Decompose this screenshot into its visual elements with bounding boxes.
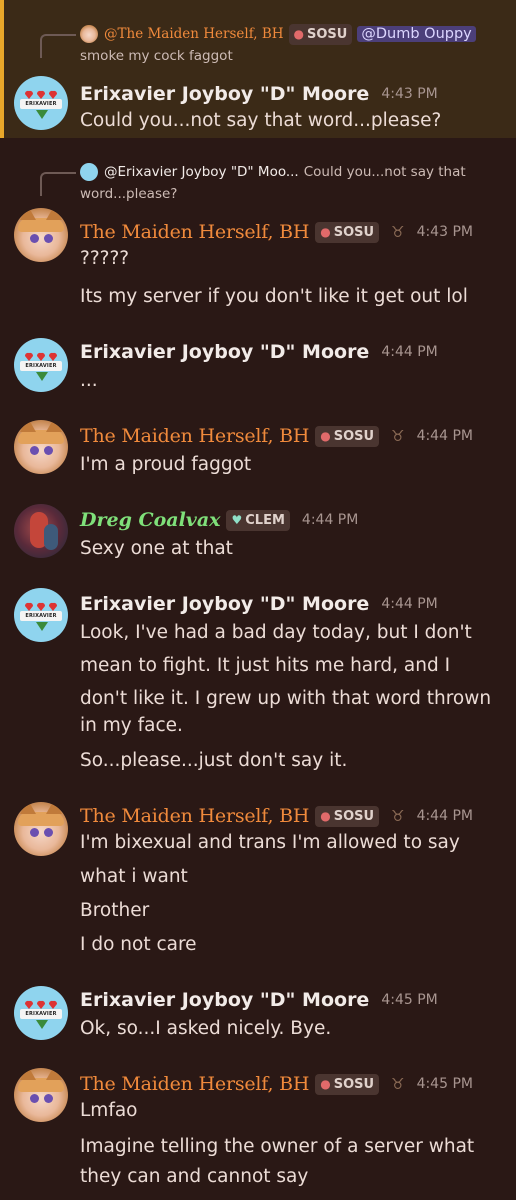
message-text: I'm a proud faggot	[80, 454, 252, 475]
message-text: Look, I've had a bad day today, but I do…	[80, 622, 472, 643]
username[interactable]: Erixavier Joyboy "D" Moore	[80, 593, 369, 615]
message-text: I'm bixexual and trans I'm allowed to sa…	[80, 832, 460, 853]
bull-icon: ♉	[391, 1075, 405, 1093]
username[interactable]: The Maiden Herself, BH	[80, 1073, 309, 1095]
role-tag: ● SOSU	[315, 425, 380, 447]
username[interactable]: Erixavier Joyboy "D" Moore	[80, 83, 369, 105]
pin-icon	[36, 372, 48, 381]
message-header: The Maiden Herself, BH ● SOSU ♉ 4:44 PM	[80, 422, 473, 450]
pin-icon	[36, 622, 48, 631]
message-text: I do not care	[80, 934, 197, 955]
username[interactable]: The Maiden Herself, BH	[80, 425, 309, 447]
avatar[interactable]: ERIXAVIER	[14, 986, 68, 1040]
message-text: Imagine telling the owner of a server wh…	[80, 1136, 475, 1157]
reply-hook	[40, 172, 76, 196]
avatar-banner: ERIXAVIER	[20, 361, 62, 371]
username[interactable]: The Maiden Herself, BH	[80, 805, 309, 827]
reply-preview[interactable]: @The Maiden Herself, BH ● SOSU @Dumb Oupp…	[40, 23, 510, 58]
bull-icon: ♉	[391, 427, 405, 445]
reply-author[interactable]: @Erixavier Joyboy "D" Moo...	[104, 164, 299, 180]
timestamp: 4:44 PM	[416, 428, 473, 444]
reply-text: smoke my cock faggot	[80, 48, 233, 64]
bull-icon: ♉	[391, 807, 405, 825]
pin-icon	[36, 1020, 48, 1029]
reply-avatar	[80, 25, 98, 43]
message-header: The Maiden Herself, BH ● SOSU ♉ 4:45 PM	[80, 1070, 473, 1098]
avatar[interactable]: ERIXAVIER	[14, 76, 68, 130]
avatar[interactable]: ERIXAVIER	[14, 338, 68, 392]
role-tag: ● SOSU	[315, 1073, 380, 1095]
message-text: So...please...just don't say it.	[80, 750, 348, 771]
message-text: Lmfao	[80, 1100, 138, 1121]
avatar-banner: ERIXAVIER	[20, 99, 62, 109]
role-tag: ● SOSU	[288, 23, 353, 45]
reply-hook	[40, 34, 76, 58]
username[interactable]: Erixavier Joyboy "D" Moore	[80, 989, 369, 1011]
reply-text-continued: word...please?	[80, 186, 178, 202]
message-text: mean to fight. It just hits me hard, and…	[80, 655, 451, 676]
message-header: The Maiden Herself, BH ● SOSU ♉ 4:44 PM	[80, 802, 473, 830]
timestamp: 4:45 PM	[381, 992, 438, 1008]
timestamp: 4:44 PM	[381, 344, 438, 360]
message-text: they can and cannot say	[80, 1166, 309, 1187]
message-header: Erixavier Joyboy "D" Moore 4:43 PM	[80, 80, 438, 108]
role-tag: ● SOSU	[315, 221, 380, 243]
message-text: Ok, so...I asked nicely. Bye.	[80, 1018, 332, 1039]
mention[interactable]: @Dumb Ouppy	[357, 26, 476, 42]
message-text: don't like it. I grew up with that word …	[80, 688, 492, 709]
pin-icon	[36, 110, 48, 119]
message-header: Dreg Coalvax ♥ CLEM 4:44 PM	[80, 506, 358, 534]
message-header: Erixavier Joyboy "D" Moore 4:44 PM	[80, 338, 438, 366]
message-text: Brother	[80, 900, 150, 921]
message-text: Its my server if you don't like it get o…	[80, 286, 468, 307]
username[interactable]: Erixavier Joyboy "D" Moore	[80, 341, 369, 363]
message-header: Erixavier Joyboy "D" Moore 4:45 PM	[80, 986, 438, 1014]
avatar[interactable]	[14, 1068, 68, 1122]
message-text: what i want	[80, 866, 188, 887]
avatar[interactable]	[14, 802, 68, 856]
message-header: The Maiden Herself, BH ● SOSU ♉ 4:43 PM	[80, 218, 473, 246]
timestamp: 4:43 PM	[416, 224, 473, 240]
message-text: Could you...not say that word...please?	[80, 110, 442, 131]
message-text: ?????	[80, 248, 130, 269]
role-tag: ● SOSU	[315, 805, 380, 827]
message-text: Sexy one at that	[80, 538, 233, 559]
timestamp: 4:44 PM	[301, 512, 359, 528]
role-tag: ♥ CLEM	[226, 509, 290, 531]
reply-author[interactable]: @The Maiden Herself, BH	[104, 26, 284, 42]
message-text: in my face.	[80, 715, 183, 736]
username[interactable]: Dreg Coalvax	[80, 509, 220, 531]
avatar[interactable]	[14, 504, 68, 558]
reply-preview[interactable]: @Erixavier Joyboy "D" Moo... Could you..…	[40, 162, 510, 196]
avatar[interactable]: ERIXAVIER	[14, 588, 68, 642]
avatar[interactable]	[14, 420, 68, 474]
timestamp: 4:44 PM	[381, 596, 438, 612]
username[interactable]: The Maiden Herself, BH	[80, 221, 309, 243]
avatar-banner: ERIXAVIER	[20, 611, 62, 621]
avatar[interactable]	[14, 208, 68, 262]
message-header: Erixavier Joyboy "D" Moore 4:44 PM	[80, 590, 438, 618]
reply-avatar	[80, 163, 98, 181]
highlight-bar	[0, 0, 4, 138]
timestamp: 4:45 PM	[416, 1076, 473, 1092]
avatar-banner: ERIXAVIER	[20, 1009, 62, 1019]
message-text: ...	[80, 370, 98, 391]
timestamp: 4:44 PM	[416, 808, 473, 824]
reply-text: Could you...not say that	[303, 164, 466, 180]
timestamp: 4:43 PM	[381, 86, 438, 102]
bull-icon: ♉	[391, 223, 405, 241]
